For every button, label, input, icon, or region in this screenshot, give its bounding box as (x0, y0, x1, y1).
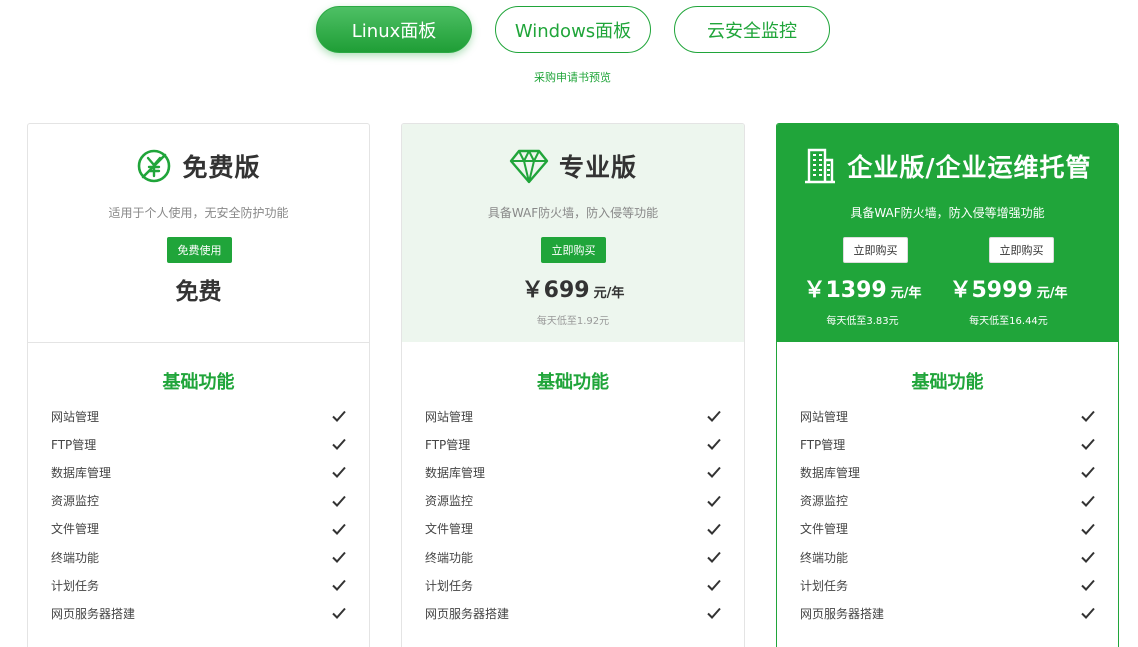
check-icon (707, 580, 721, 592)
list-item: 文件管理 (425, 515, 722, 543)
plan-card-enterprise: 企业版/企业运维托管 具备WAF防火墙，防入侵等增强功能 立即购买 立即购买 ￥… (776, 123, 1119, 647)
check-icon (1081, 467, 1095, 479)
divider (28, 342, 369, 343)
list-item: 网站管理 (51, 402, 347, 430)
plan-card-free: 免费版 适用于个人使用，无安全防护功能 免费使用 免费 基础功能 网站管理 FT… (27, 123, 370, 647)
plan-title: 专业版 (558, 153, 637, 182)
plan-title: 免费版 (182, 153, 261, 182)
divider (402, 342, 744, 343)
check-icon (332, 580, 346, 592)
check-icon (707, 608, 721, 620)
list-item: 网页服务器搭建 (800, 599, 1096, 627)
tab-windows-panel[interactable]: Windows面板 (495, 6, 651, 53)
plan-title-row: 企业版/企业运维托管 (777, 146, 1118, 186)
list-item: 网站管理 (800, 402, 1096, 430)
check-icon (707, 467, 721, 479)
list-item: 网页服务器搭建 (425, 599, 722, 627)
list-item: 数据库管理 (800, 458, 1096, 486)
check-icon (332, 523, 346, 535)
plan-title-row: 免费版 (28, 146, 369, 186)
list-item: 网站管理 (425, 402, 722, 430)
check-icon (1081, 580, 1095, 592)
list-item: 文件管理 (800, 515, 1096, 543)
list-item: FTP管理 (425, 430, 722, 458)
plan-card-header: 专业版 具备WAF防火墙，防入侵等功能 立即购买 ￥699 元/年 每天低至1.9… (402, 124, 744, 342)
list-item: 终端功能 (425, 543, 722, 571)
free-use-button[interactable]: 免费使用 (167, 237, 232, 263)
features-section-title: 基础功能 (162, 372, 235, 393)
divider (777, 342, 1118, 343)
no-yen-icon (138, 149, 171, 183)
tab-linux-panel[interactable]: Linux面板 (316, 6, 472, 53)
purchase-request-preview-link[interactable]: 采购申请书预览 (0, 69, 1138, 85)
list-item: 终端功能 (51, 543, 347, 571)
check-icon (707, 551, 721, 563)
list-item: 计划任务 (425, 571, 722, 599)
plan-description: 具备WAF防火墙，防入侵等增强功能 (850, 206, 1045, 220)
check-icon (707, 495, 721, 507)
list-item: 资源监控 (425, 487, 722, 515)
plan-card-pro: 专业版 具备WAF防火墙，防入侵等功能 立即购买 ￥699 元/年 每天低至1.9… (401, 123, 745, 647)
list-item: 文件管理 (51, 515, 347, 543)
check-icon (1081, 439, 1095, 451)
check-icon (707, 410, 721, 423)
plan-description: 适用于个人使用，无安全防护功能 (108, 206, 289, 220)
daily-price-note: 每天低至1.92元 (536, 316, 610, 327)
feature-list: 网站管理 FTP管理 数据库管理 资源监控 文件管理 终端功能 计划任务 网页服… (425, 402, 722, 628)
buy-now-button[interactable]: 立即购买 (541, 237, 606, 263)
check-icon (1081, 410, 1095, 423)
list-item: FTP管理 (800, 430, 1096, 458)
plan-description: 具备WAF防火墙，防入侵等功能 (487, 206, 659, 220)
check-icon (332, 439, 346, 451)
list-item: 网页服务器搭建 (51, 599, 347, 627)
plan-price: 免费 (175, 279, 222, 305)
panel-tabs: Linux面板 Windows面板 云安全监控 (0, 6, 1138, 53)
list-item: 计划任务 (800, 571, 1096, 599)
plan-title-row: 专业版 (402, 146, 744, 186)
list-item: 数据库管理 (51, 458, 347, 486)
list-item: FTP管理 (51, 430, 347, 458)
buy-now-button-managed[interactable]: 立即购买 (989, 237, 1054, 263)
check-icon (1081, 608, 1095, 620)
check-icon (1081, 523, 1095, 535)
check-icon (1081, 551, 1095, 563)
list-item: 资源监控 (800, 487, 1096, 515)
diamond-icon (509, 149, 549, 184)
feature-list: 网站管理 FTP管理 数据库管理 资源监控 文件管理 终端功能 计划任务 网页服… (800, 402, 1096, 628)
check-icon (332, 467, 346, 479)
features-section-title: 基础功能 (537, 372, 609, 393)
list-item: 数据库管理 (425, 458, 722, 486)
check-icon (332, 551, 346, 563)
list-item: 资源监控 (51, 487, 347, 515)
daily-price-note-managed: 每天低至16.44元 (969, 316, 1048, 327)
check-icon (332, 608, 346, 620)
list-item: 计划任务 (51, 571, 347, 599)
check-icon (707, 523, 721, 535)
features-section-title: 基础功能 (911, 372, 984, 393)
plan-card-header: 免费版 适用于个人使用，无安全防护功能 免费使用 免费 (28, 124, 369, 342)
building-icon (805, 148, 836, 184)
buy-now-button-enterprise[interactable]: 立即购买 (843, 237, 908, 263)
plan-price: ￥699 元/年 (521, 278, 625, 303)
check-icon (332, 410, 346, 423)
check-icon (1081, 495, 1095, 507)
plan-title: 企业版/企业运维托管 (847, 153, 1092, 182)
tab-cloud-security-monitor[interactable]: 云安全监控 (674, 6, 830, 53)
feature-list: 网站管理 FTP管理 数据库管理 资源监控 文件管理 终端功能 计划任务 网页服… (51, 402, 347, 628)
plan-card-header: 企业版/企业运维托管 具备WAF防火墙，防入侵等增强功能 立即购买 立即购买 ￥… (777, 124, 1118, 342)
check-icon (707, 439, 721, 451)
plan-price-managed: ￥5999 元/年 (949, 278, 1068, 303)
check-icon (332, 495, 346, 507)
list-item: 终端功能 (800, 543, 1096, 571)
